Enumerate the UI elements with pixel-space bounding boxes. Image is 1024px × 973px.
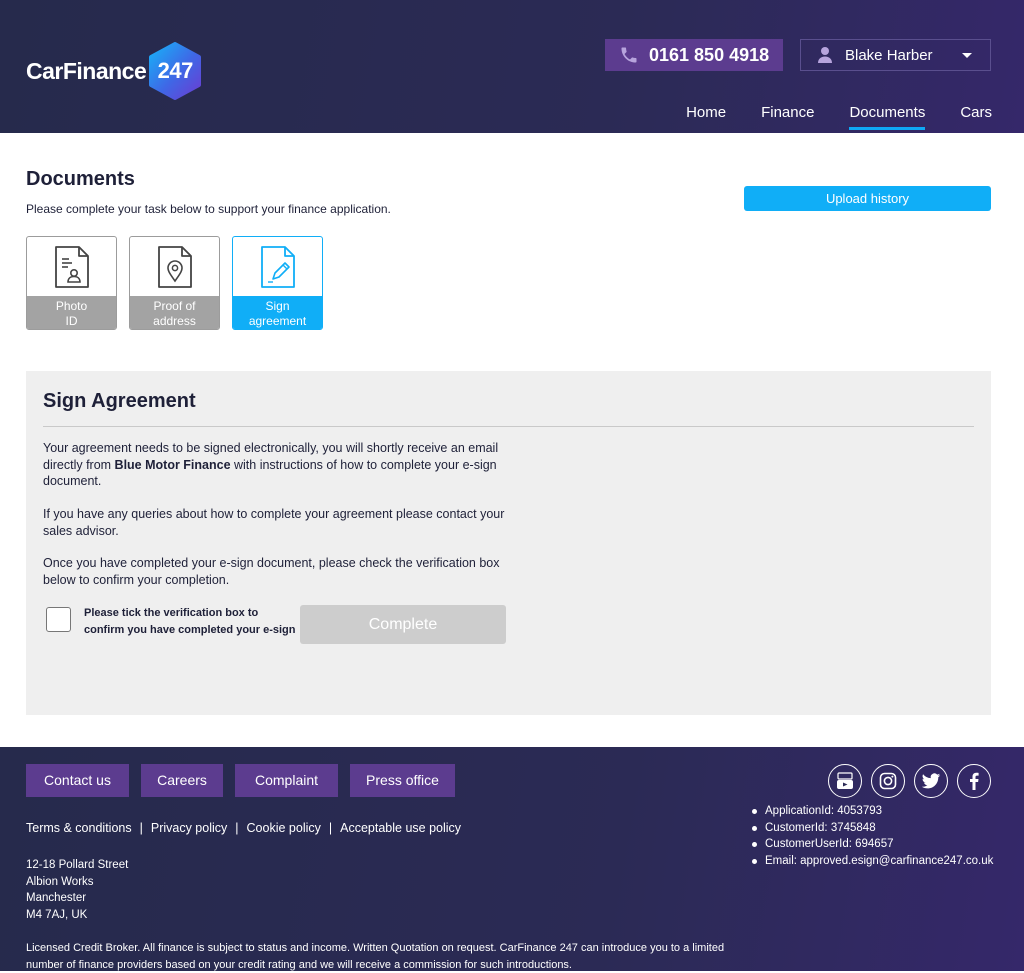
- logo-number: 247: [157, 58, 194, 83]
- panel-title: Sign Agreement: [43, 390, 196, 412]
- acceptable-use-link[interactable]: Acceptable use policy: [340, 821, 461, 835]
- legal-disclaimer: Licensed Credit Broker. All finance is s…: [26, 942, 725, 971]
- address-line: 12-18 Pollard Street: [26, 859, 129, 871]
- instructions-paragraph-3: Once you have completed your e-sign docu…: [43, 556, 500, 587]
- account-ids-list: ApplicationId: 4053793 CustomerId: 37458…: [751, 803, 993, 869]
- company-address: 12-18 Pollard Street Albion Works Manche…: [26, 857, 128, 923]
- youtube-icon[interactable]: [828, 764, 862, 798]
- phone-number-button[interactable]: 0161 850 4918: [605, 39, 783, 71]
- site-footer: Contact us Careers Complaint Press offic…: [0, 747, 1024, 971]
- separator: |: [328, 821, 333, 835]
- complaint-button[interactable]: Complaint: [235, 764, 338, 797]
- carfinance-logo[interactable]: CarFinance 247: [26, 42, 202, 100]
- sign-agreement-panel: Sign Agreement Your agreement needs to b…: [26, 371, 991, 715]
- complete-button[interactable]: Complete: [300, 605, 506, 644]
- task-label-line2: address: [153, 314, 196, 328]
- customer-email: Email: approved.esign@carfinance247.co.u…: [751, 853, 993, 870]
- page-subtitle: Please complete your task below to suppo…: [26, 202, 391, 216]
- contact-us-button[interactable]: Contact us: [26, 764, 129, 797]
- instagram-icon[interactable]: [871, 764, 905, 798]
- address-document-icon: [157, 245, 192, 288]
- task-label-line1: Proof of: [153, 299, 196, 313]
- address-line: Manchester: [26, 892, 87, 904]
- nav-documents[interactable]: Documents: [849, 104, 925, 130]
- application-id: ApplicationId: 4053793: [751, 803, 993, 820]
- user-icon: [818, 47, 832, 63]
- legal-links: Terms & conditions | Privacy policy | Co…: [26, 821, 461, 835]
- separator: |: [235, 821, 239, 835]
- privacy-policy-link[interactable]: Privacy policy: [151, 821, 227, 835]
- phone-icon: [621, 47, 637, 63]
- divider: [43, 426, 974, 427]
- task-sign-agreement[interactable]: Sign agreement: [232, 236, 323, 330]
- cookie-policy-link[interactable]: Cookie policy: [247, 821, 321, 835]
- press-office-button[interactable]: Press office: [350, 764, 455, 797]
- terms-link[interactable]: Terms & conditions: [26, 821, 132, 835]
- address-line: M4 7AJ, UK: [26, 908, 88, 921]
- main-nav: Home Finance Documents Cars: [651, 104, 992, 130]
- sign-document-icon: [260, 245, 295, 288]
- verification-checkbox-label: Please tick the verification box to conf…: [84, 607, 296, 636]
- task-label-line2: ID: [65, 314, 78, 328]
- chevron-down-icon: [962, 52, 972, 58]
- twitter-icon[interactable]: [914, 764, 948, 798]
- instructions-paragraph-2: If you have any queries about how to com…: [43, 507, 505, 538]
- careers-button[interactable]: Careers: [141, 764, 223, 797]
- task-photo-id[interactable]: Photo ID: [26, 236, 117, 330]
- task-label-line1: Photo: [55, 299, 88, 313]
- logo-hexagon: 247: [148, 42, 202, 100]
- site-header: CarFinance 247 0161 850 4918 Blake Harbe…: [0, 0, 1024, 133]
- instructions-paragraph-1: Your agreement needs to be signed electr…: [43, 440, 518, 490]
- nav-finance[interactable]: Finance: [761, 104, 814, 130]
- facebook-icon[interactable]: [957, 764, 991, 798]
- nav-cars[interactable]: Cars: [960, 104, 992, 130]
- task-label-line2: agreement: [248, 314, 307, 328]
- upload-history-button[interactable]: Upload history: [744, 186, 991, 211]
- verification-checkbox[interactable]: [46, 607, 71, 632]
- user-menu-dropdown[interactable]: Blake Harber: [800, 39, 991, 71]
- page-title: Documents: [26, 168, 135, 190]
- user-name: Blake Harber: [845, 46, 933, 64]
- task-label-line1: Sign: [265, 299, 290, 313]
- separator: |: [139, 821, 143, 835]
- customer-id: CustomerId: 3745848: [751, 820, 993, 837]
- logo-text: CarFinance: [26, 57, 147, 84]
- lender-name: Blue Motor Finance: [114, 457, 231, 472]
- address-line: Albion Works: [26, 875, 94, 888]
- id-document-icon: [54, 245, 89, 288]
- task-proof-of-address[interactable]: Proof of address: [129, 236, 220, 330]
- nav-home[interactable]: Home: [686, 104, 726, 130]
- phone-number: 0161 850 4918: [649, 44, 770, 65]
- customer-user-id: CustomerUserId: 694657: [751, 836, 993, 853]
